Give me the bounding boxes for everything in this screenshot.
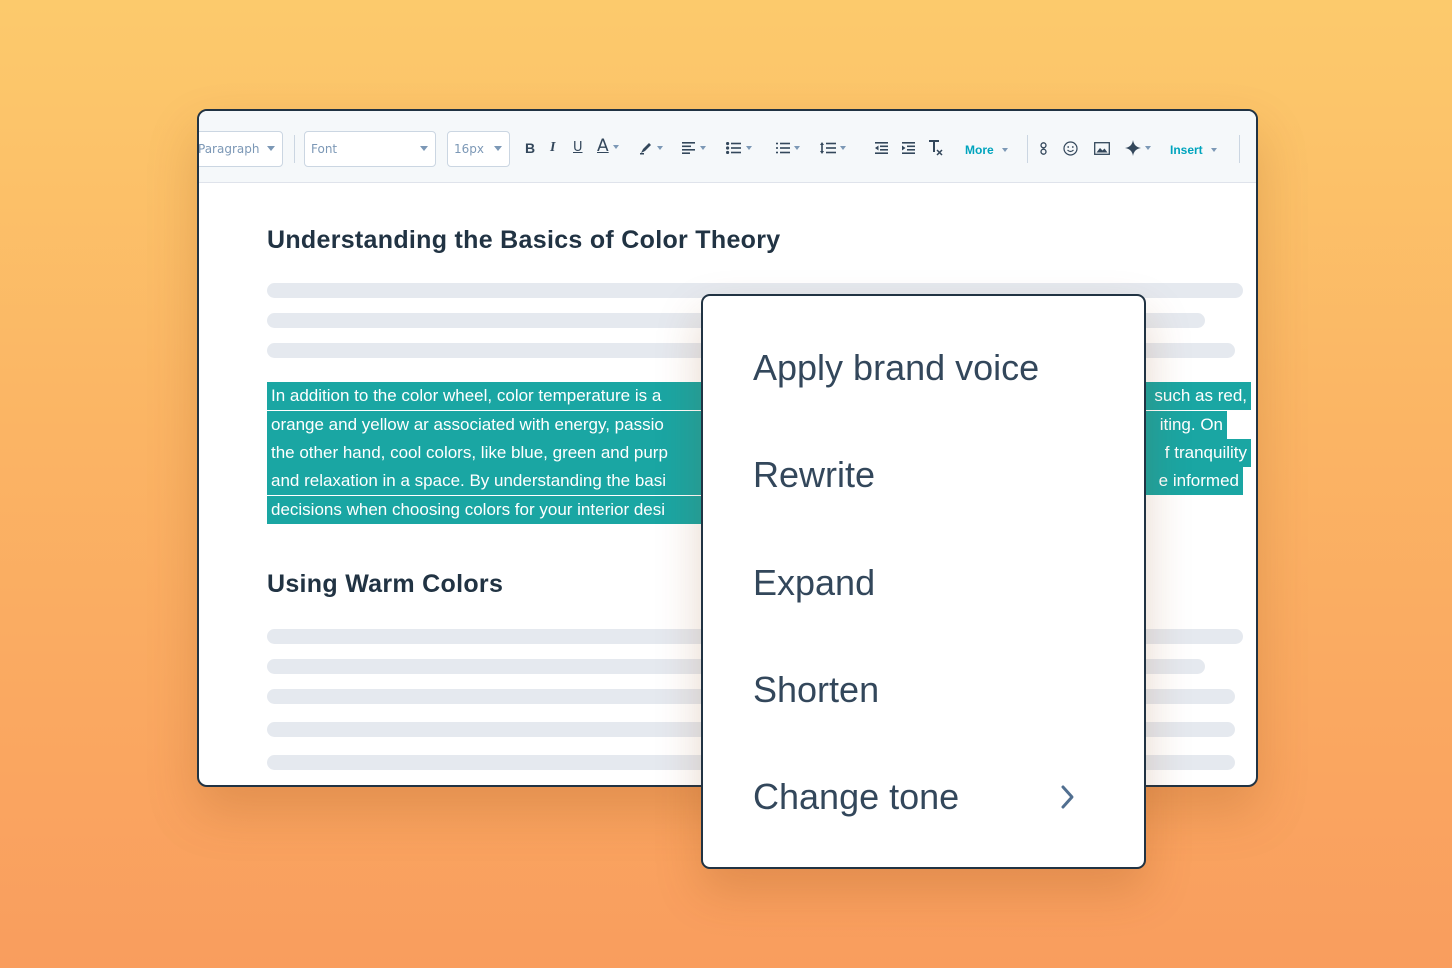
selected-text-line: decisions when choosing colors for your … <box>267 496 707 524</box>
chevron-down-icon <box>840 146 846 150</box>
insert-menu-button[interactable]: Insert <box>1170 144 1217 156</box>
chevron-down-icon <box>420 146 428 151</box>
selected-text-line: e informed <box>1145 467 1243 495</box>
menu-item-label: Change tone <box>753 776 960 817</box>
selected-text-line: and relaxation in a space. By understand… <box>267 467 707 495</box>
more-menu-button[interactable]: More <box>965 144 1008 156</box>
numbered-list-button[interactable] <box>776 142 800 154</box>
chevron-down-icon <box>1210 148 1217 152</box>
underline-label: U <box>573 140 583 155</box>
more-label: More <box>965 143 994 157</box>
emoji-icon <box>1063 141 1078 156</box>
chevron-down-icon <box>657 146 663 150</box>
menu-item-expand[interactable]: Expand <box>753 553 1093 613</box>
menu-item-label: Shorten <box>753 669 880 710</box>
outdent-icon <box>875 142 888 154</box>
font-family-select[interactable]: Font <box>304 131 436 167</box>
selected-text-line: In addition to the color wheel, color te… <box>267 382 707 410</box>
ai-actions-menu: Apply brand voice Rewrite Expand Shorten… <box>701 294 1146 869</box>
indent-icon <box>902 142 915 154</box>
align-left-icon <box>682 142 695 154</box>
paragraph-style-select[interactable]: Paragraph <box>198 131 283 167</box>
chevron-down-icon <box>612 144 619 149</box>
line-height-icon <box>820 142 836 154</box>
toolbar-divider <box>1239 135 1240 163</box>
clear-formatting-icon <box>929 140 943 156</box>
clear-formatting-button[interactable] <box>929 140 943 156</box>
link-button[interactable] <box>1040 142 1048 155</box>
chevron-down-icon <box>746 146 752 150</box>
toolbar-divider <box>294 135 295 163</box>
chevron-down-icon <box>1001 148 1008 152</box>
image-icon <box>1094 142 1110 155</box>
outdent-button[interactable] <box>875 142 888 154</box>
font-color-button[interactable]: A <box>597 138 619 155</box>
align-button[interactable] <box>682 142 706 154</box>
emoji-button[interactable] <box>1063 141 1078 156</box>
underline-button[interactable]: U <box>573 141 583 154</box>
insert-image-button[interactable] <box>1094 142 1110 155</box>
line-height-button[interactable] <box>820 142 846 154</box>
italic-label: I <box>550 140 556 155</box>
font-size-select[interactable]: 16px <box>447 131 510 167</box>
toolbar-divider <box>1027 135 1028 163</box>
indent-button[interactable] <box>902 142 915 154</box>
selected-text-line: the other hand, cool colors, like blue, … <box>267 439 707 467</box>
section-heading: Understanding the Basics of Color Theory <box>267 226 781 254</box>
menu-item-shorten[interactable]: Shorten <box>753 660 1093 720</box>
menu-item-apply-brand-voice[interactable]: Apply brand voice <box>753 338 1093 398</box>
menu-item-change-tone[interactable]: Change tone <box>753 767 1093 827</box>
chevron-right-icon <box>1061 785 1074 809</box>
insert-label: Insert <box>1170 143 1203 157</box>
chevron-down-icon <box>1145 146 1151 150</box>
highlight-color-button[interactable] <box>639 141 663 155</box>
ai-assistant-button[interactable] <box>1125 140 1151 156</box>
font-family-value: Font <box>311 142 338 156</box>
chevron-down-icon <box>794 146 800 150</box>
italic-button[interactable]: I <box>550 141 555 155</box>
menu-item-label: Apply brand voice <box>753 347 1040 388</box>
paragraph-style-value: Paragraph <box>198 142 260 156</box>
selected-text-line: such as red, <box>1145 382 1251 410</box>
numbered-list-icon <box>776 142 790 154</box>
selected-text-line: iting. On <box>1145 411 1227 439</box>
selected-text-line: f tranquility <box>1145 439 1251 467</box>
menu-item-rewrite[interactable]: Rewrite <box>753 445 1093 505</box>
font-color-label: A <box>597 136 609 156</box>
bold-button[interactable]: B <box>525 141 535 155</box>
bold-label: B <box>525 140 536 156</box>
bulleted-list-icon <box>726 142 741 154</box>
sparkle-icon <box>1125 140 1141 156</box>
selected-text-line: orange and yellow ar associated with ene… <box>267 411 707 439</box>
menu-item-label: Expand <box>753 562 876 603</box>
link-icon <box>1040 142 1047 155</box>
section-heading: Using Warm Colors <box>267 570 504 598</box>
highlighter-icon <box>640 143 651 155</box>
bulleted-list-button[interactable] <box>726 142 752 154</box>
chevron-down-icon <box>494 146 502 151</box>
formatting-toolbar: Paragraph Font 16px B I U A More Insert <box>199 111 1256 183</box>
chevron-down-icon <box>267 146 275 151</box>
chevron-down-icon <box>700 146 706 150</box>
font-size-value: 16px <box>454 142 484 156</box>
menu-item-label: Rewrite <box>753 454 876 495</box>
